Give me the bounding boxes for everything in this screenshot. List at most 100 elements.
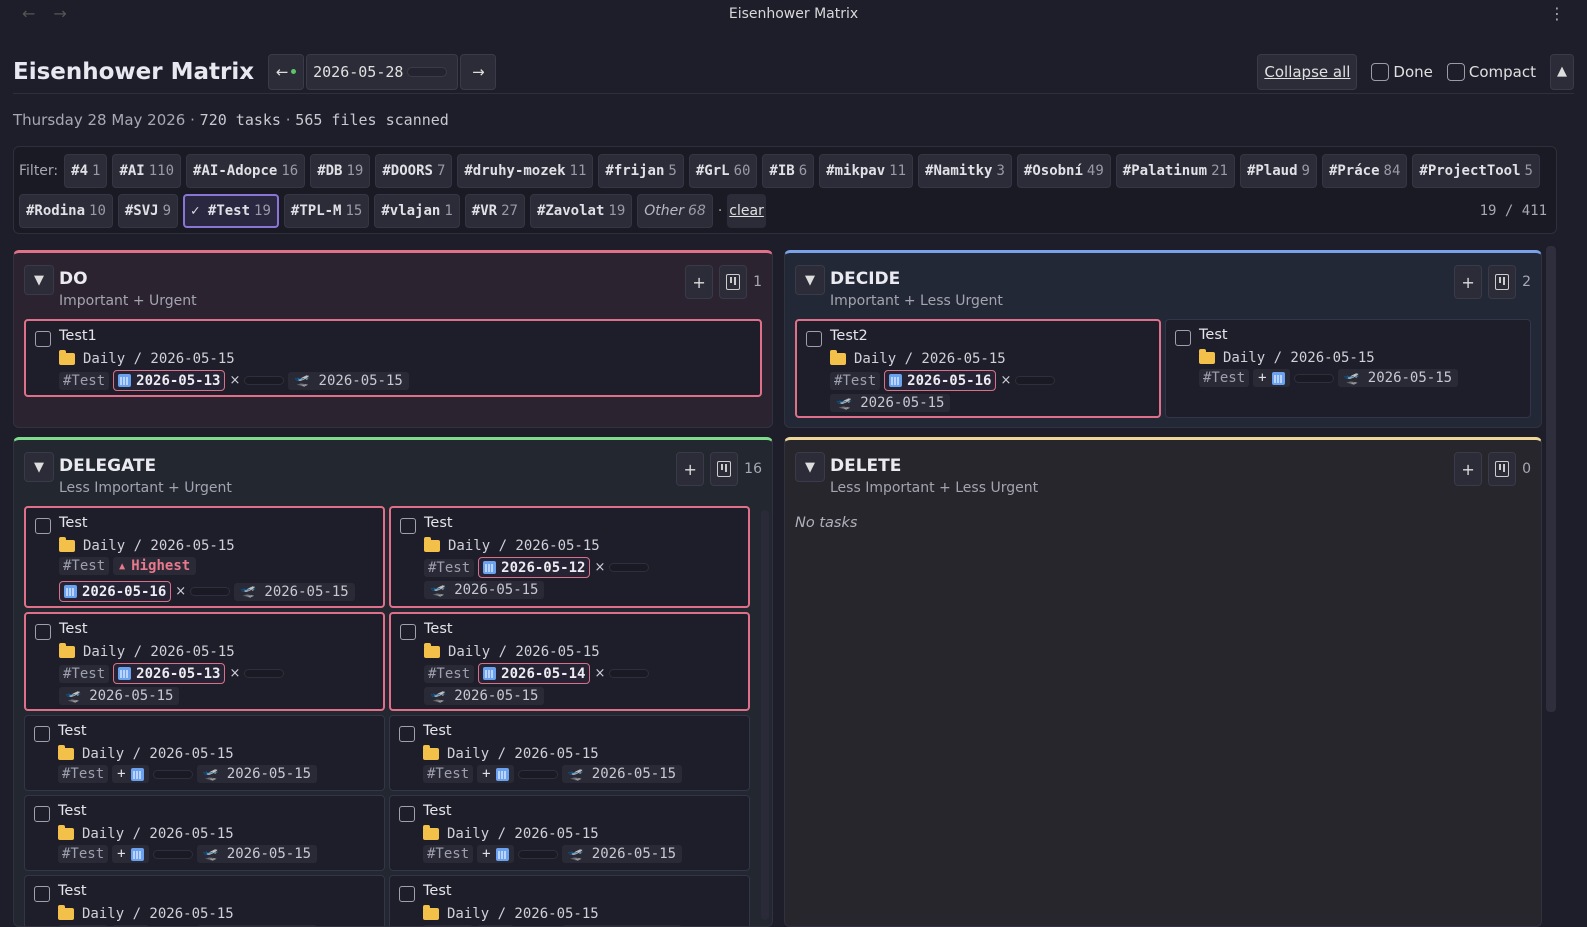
task-name[interactable]: Test	[424, 513, 742, 535]
task-card[interactable]: TestDaily / 2026-05-15#Test2026-05-13×🛫2…	[24, 612, 385, 711]
scheduled-date-chip[interactable]: 🛫2026-05-15	[59, 687, 179, 705]
filter-tag-chip[interactable]: #TPL-M15	[284, 194, 369, 228]
add-due-button[interactable]: +	[477, 845, 513, 863]
task-source-path[interactable]: Daily / 2026-05-15	[59, 348, 754, 370]
task-name[interactable]: Test1	[59, 326, 754, 348]
date-picker[interactable]: 2026-05-28	[306, 54, 458, 90]
next-day-button[interactable]: →	[460, 54, 496, 90]
task-source-path[interactable]: Daily / 2026-05-15	[424, 535, 742, 557]
task-source-path[interactable]: Daily / 2026-05-15	[424, 641, 742, 663]
task-checkbox[interactable]	[35, 518, 51, 534]
scheduled-date-chip[interactable]: 🛫2026-05-15	[197, 845, 317, 863]
filter-other-chip[interactable]: Other68	[637, 194, 713, 228]
filter-tag-chip[interactable]: #AI110	[112, 154, 181, 188]
task-source-path[interactable]: Daily / 2026-05-15	[423, 743, 743, 765]
task-card[interactable]: TestDaily / 2026-05-15#Test▲Highest 2026-…	[24, 506, 385, 608]
task-source-path[interactable]: Daily / 2026-05-15	[1199, 347, 1524, 369]
task-card[interactable]: TestDaily / 2026-05-15#Test+🛫2026-05-15	[24, 875, 385, 927]
task-tag[interactable]: #Test	[424, 665, 474, 683]
due-date-chip[interactable]: 2026-05-12	[478, 557, 590, 578]
task-checkbox[interactable]	[399, 726, 415, 742]
filter-tag-chip[interactable]: #Práce84	[1322, 154, 1407, 188]
filter-tag-chip[interactable]: #GrL60	[689, 154, 758, 188]
task-name[interactable]: Test	[58, 881, 378, 903]
task-name[interactable]: Test	[424, 619, 742, 641]
task-checkbox[interactable]	[34, 806, 50, 822]
task-name[interactable]: Test	[423, 881, 743, 903]
task-checkbox[interactable]	[399, 886, 415, 902]
filter-tag-chip[interactable]: #Osobní49	[1017, 154, 1111, 188]
add-due-button[interactable]: +	[477, 765, 513, 783]
task-card[interactable]: TestDaily / 2026-05-15#Test2026-05-14×🛫2…	[389, 612, 750, 711]
remove-due-icon[interactable]: ×	[229, 666, 240, 681]
task-tag[interactable]: #Test	[830, 372, 880, 390]
due-date-chip[interactable]: 2026-05-13	[113, 663, 225, 684]
task-source-path[interactable]: Daily / 2026-05-15	[423, 903, 743, 925]
task-name[interactable]: Test	[59, 513, 377, 535]
due-date-chip[interactable]: 2026-05-14	[478, 663, 590, 684]
task-tag[interactable]: #Test	[423, 845, 473, 863]
task-checkbox[interactable]	[400, 518, 416, 534]
filter-tag-chip[interactable]: #mikpav11	[819, 154, 913, 188]
task-source-path[interactable]: Daily / 2026-05-15	[58, 743, 378, 765]
task-card[interactable]: TestDaily / 2026-05-15#Test+🛫2026-05-15	[1165, 319, 1531, 418]
task-name[interactable]: Test2	[830, 326, 1153, 348]
remove-due-icon[interactable]: ×	[594, 560, 605, 575]
more-menu-icon[interactable]: ⋮	[1549, 4, 1565, 23]
task-source-path[interactable]: Daily / 2026-05-15	[58, 903, 378, 925]
task-source-path[interactable]: Daily / 2026-05-15	[59, 535, 377, 557]
scheduled-date-chip[interactable]: 🛫2026-05-15	[234, 583, 354, 601]
task-source-path[interactable]: Daily / 2026-05-15	[830, 348, 1153, 370]
task-checkbox[interactable]	[806, 331, 822, 347]
task-name[interactable]: Test	[59, 619, 377, 641]
task-tag[interactable]: #Test	[59, 557, 109, 575]
filter-tag-chip[interactable]: #DOORS7	[375, 154, 452, 188]
collapse-toggle-icon[interactable]: ▼	[24, 265, 54, 295]
filter-tag-chip[interactable]: #VR27	[465, 194, 525, 228]
filter-tag-chip[interactable]: #ProjectTool5	[1412, 154, 1540, 188]
filter-tag-chip[interactable]: #IB6	[762, 154, 814, 188]
task-card[interactable]: Test2Daily / 2026-05-15#Test2026-05-16×🛫…	[795, 319, 1161, 418]
add-due-button[interactable]: +	[112, 845, 148, 863]
add-task-button[interactable]: +	[685, 265, 713, 299]
scheduled-date-chip[interactable]: 🛫2026-05-15	[197, 765, 317, 783]
filter-tag-chip[interactable]: #vlajan1	[374, 194, 459, 228]
collapse-toggle-icon[interactable]: ▼	[795, 452, 825, 482]
due-date-chip[interactable]: 2026-05-16	[59, 581, 171, 602]
scheduled-date-chip[interactable]: 🛫2026-05-15	[562, 765, 682, 783]
collapse-all-button[interactable]: Collapse all	[1257, 54, 1357, 90]
priority-badge[interactable]: ▲Highest	[113, 557, 196, 575]
scheduled-date-chip[interactable]: 🛫2026-05-15	[562, 845, 682, 863]
back-arrow-icon[interactable]: ←	[22, 4, 35, 23]
filter-tag-chip[interactable]: #Rodina10	[19, 194, 113, 228]
task-checkbox[interactable]	[34, 886, 50, 902]
task-card[interactable]: TestDaily / 2026-05-15#Test+🛫2026-05-15	[389, 715, 750, 791]
clear-filter-link[interactable]: clear	[727, 194, 766, 228]
filter-tag-chip[interactable]: #41	[64, 154, 107, 188]
task-name[interactable]: Test	[423, 721, 743, 743]
scheduled-date-chip[interactable]: 🛫2026-05-15	[1338, 369, 1458, 387]
filter-tag-chip[interactable]: ✓ #Test19	[183, 194, 279, 228]
task-tag[interactable]: #Test	[424, 559, 474, 577]
prev-day-button[interactable]: ←	[268, 54, 304, 90]
task-name[interactable]: Test	[58, 721, 378, 743]
add-due-button[interactable]: +	[112, 765, 148, 783]
task-checkbox[interactable]	[399, 806, 415, 822]
task-card[interactable]: Test1Daily / 2026-05-15#Test2026-05-13×🛫…	[24, 319, 762, 397]
kanban-button[interactable]	[710, 452, 738, 486]
scheduled-date-chip[interactable]: 🛫2026-05-15	[830, 394, 950, 412]
kanban-button[interactable]	[1488, 265, 1516, 299]
done-toggle[interactable]: Done	[1371, 63, 1432, 81]
task-checkbox[interactable]	[35, 624, 51, 640]
filter-tag-chip[interactable]: #Zavolat19	[530, 194, 632, 228]
compact-checkbox[interactable]	[1447, 63, 1465, 81]
remove-due-icon[interactable]: ×	[1000, 373, 1011, 388]
filter-tag-chip[interactable]: #Namitky3	[918, 154, 1012, 188]
collapse-toggle-icon[interactable]: ▼	[795, 265, 825, 295]
kanban-button[interactable]	[719, 265, 747, 299]
forward-arrow-icon[interactable]: →	[53, 4, 66, 23]
done-checkbox[interactable]	[1371, 63, 1389, 81]
task-name[interactable]: Test	[423, 801, 743, 823]
add-task-button[interactable]: +	[1454, 452, 1482, 486]
task-checkbox[interactable]	[1175, 330, 1191, 346]
